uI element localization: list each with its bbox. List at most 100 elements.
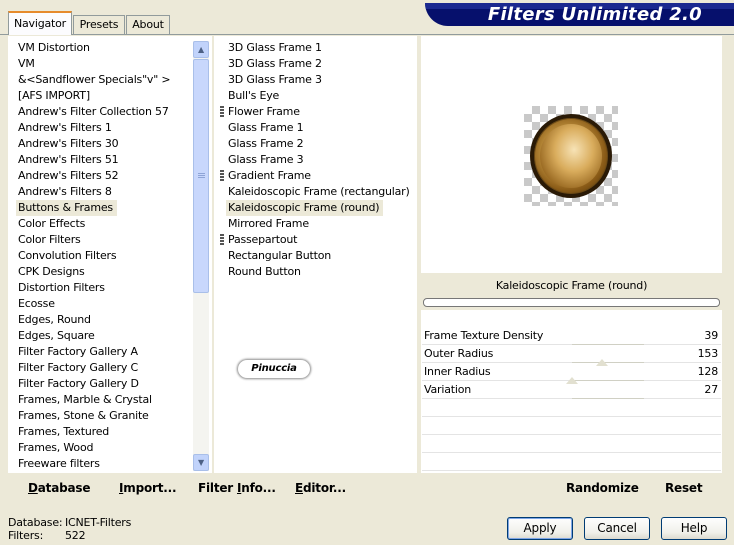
filter-item[interactable]: Flower Frame bbox=[220, 104, 414, 120]
filter-item[interactable]: 3D Glass Frame 2 bbox=[226, 56, 414, 72]
empty-param-row bbox=[422, 400, 721, 417]
category-item[interactable]: Color Effects bbox=[16, 216, 174, 232]
filter-item-label: Glass Frame 1 bbox=[228, 121, 304, 134]
param-slider-track[interactable] bbox=[572, 398, 644, 399]
category-item[interactable]: &<Sandflower Specials"v" > bbox=[16, 72, 174, 88]
category-scrollbar[interactable]: ▲ ▼ bbox=[193, 41, 209, 471]
watermark-logo: Pinuccia bbox=[238, 360, 310, 378]
category-item[interactable]: Frames, Stone & Granite bbox=[16, 408, 174, 424]
param-name: Inner Radius bbox=[424, 365, 491, 378]
param-row[interactable]: Inner Radius 128 bbox=[422, 364, 721, 384]
category-item[interactable]: Filter Factory Gallery C bbox=[16, 360, 174, 376]
param-value: 128 bbox=[697, 365, 719, 378]
filter-item[interactable]: Passepartout bbox=[220, 232, 414, 248]
param-value: 153 bbox=[697, 347, 719, 360]
category-item[interactable]: Frames, Textured bbox=[16, 424, 174, 440]
category-item[interactable]: [AFS IMPORT] bbox=[16, 88, 174, 104]
filter-item-label: Gradient Frame bbox=[228, 169, 311, 182]
filter-item-label: Glass Frame 2 bbox=[228, 137, 304, 150]
category-item[interactable]: Andrew's Filters 52 bbox=[16, 168, 174, 184]
category-item[interactable]: Edges, Square bbox=[16, 328, 174, 344]
category-item[interactable]: Convolution Filters bbox=[16, 248, 174, 264]
filter-item[interactable]: 3D Glass Frame 3 bbox=[226, 72, 414, 88]
filter-item[interactable]: Glass Frame 3 bbox=[226, 152, 414, 168]
category-item[interactable]: Color Filters bbox=[16, 232, 174, 248]
param-name: Variation bbox=[424, 383, 472, 396]
param-slider-track[interactable] bbox=[572, 362, 644, 363]
tab-presets[interactable]: Presets bbox=[73, 15, 125, 34]
category-item[interactable]: Edges, Round bbox=[16, 312, 174, 328]
scroll-up-button[interactable]: ▲ bbox=[193, 41, 209, 58]
category-item[interactable]: Filter Factory Gallery D bbox=[16, 376, 174, 392]
param-value: 39 bbox=[704, 329, 718, 342]
banner-title: Filters Unlimited 2.0 bbox=[487, 4, 702, 25]
tab-about[interactable]: About bbox=[126, 15, 170, 34]
category-item[interactable]: Freeware filters bbox=[16, 456, 174, 472]
param-name: Frame Texture Density bbox=[424, 329, 544, 342]
preview-portrait-image bbox=[540, 124, 602, 188]
database-status-value: ICNET-Filters bbox=[65, 516, 132, 529]
param-row[interactable]: Variation 27 bbox=[422, 382, 721, 399]
filter-item-label: Kaleidoscopic Frame (round) bbox=[228, 201, 380, 214]
filters-count-value: 522 bbox=[65, 529, 86, 542]
cancel-button[interactable]: Cancel bbox=[584, 517, 650, 540]
editor-button[interactable]: Editor... bbox=[295, 477, 346, 501]
param-slider-track[interactable] bbox=[572, 380, 644, 381]
database-status-label: Database: bbox=[8, 516, 63, 529]
filter-item-label: Glass Frame 3 bbox=[228, 153, 304, 166]
filter-item[interactable]: Round Button bbox=[226, 264, 414, 280]
category-item[interactable]: Frames, Wood bbox=[16, 440, 174, 456]
filter-item-label: Round Button bbox=[228, 265, 301, 278]
import-button[interactable]: Import... bbox=[119, 477, 177, 501]
filter-item[interactable]: Kaleidoscopic Frame (round) bbox=[226, 200, 384, 216]
param-row[interactable]: Outer Radius 153 bbox=[422, 346, 721, 366]
category-item[interactable]: Filter Factory Gallery A bbox=[16, 344, 174, 360]
category-item[interactable]: Ecosse bbox=[16, 296, 174, 312]
filter-item-label: Bull's Eye bbox=[228, 89, 280, 102]
randomize-button[interactable]: Randomize bbox=[566, 477, 639, 501]
tab-navigator[interactable]: Navigator bbox=[8, 11, 72, 35]
category-item[interactable]: Andrew's Filters 1 bbox=[16, 120, 174, 136]
brand-banner: Filters Unlimited 2.0 bbox=[425, 3, 734, 26]
filter-list: 3D Glass Frame 1 3D Glass Frame 2 3D Glass… bbox=[220, 40, 414, 280]
category-item[interactable]: VM Distortion bbox=[16, 40, 174, 56]
filter-item-label: 3D Glass Frame 1 bbox=[228, 41, 322, 54]
category-item[interactable]: Andrew's Filters 8 bbox=[16, 184, 174, 200]
category-item[interactable]: Andrew's Filter Collection 57 bbox=[16, 104, 174, 120]
category-item[interactable]: Andrew's Filters 51 bbox=[16, 152, 174, 168]
apply-button[interactable]: Apply bbox=[507, 517, 573, 540]
category-item[interactable]: CPK Designs bbox=[16, 264, 174, 280]
category-item[interactable]: VM bbox=[16, 56, 174, 72]
param-value: 27 bbox=[704, 383, 718, 396]
category-item[interactable]: Andrew's Filters 30 bbox=[16, 136, 174, 152]
filter-name-label: Kaleidoscopic Frame (round) bbox=[422, 276, 721, 296]
scrollbar-thumb[interactable] bbox=[193, 59, 209, 293]
filter-item[interactable]: Mirrored Frame bbox=[226, 216, 414, 232]
filter-info-button[interactable]: Filter Info... bbox=[198, 477, 276, 501]
filter-item[interactable]: Glass Frame 2 bbox=[226, 136, 414, 152]
filter-item-label: 3D Glass Frame 3 bbox=[228, 73, 322, 86]
has-presets-icon bbox=[220, 234, 224, 246]
filter-item[interactable]: Rectangular Button bbox=[226, 248, 414, 264]
category-item[interactable]: Buttons & Frames bbox=[16, 200, 117, 216]
filter-item-label: Passepartout bbox=[228, 233, 298, 246]
filter-item[interactable]: Bull's Eye bbox=[226, 88, 414, 104]
filter-item[interactable]: 3D Glass Frame 1 bbox=[226, 40, 414, 56]
filter-item[interactable]: Gradient Frame bbox=[220, 168, 414, 184]
filter-item[interactable]: Kaleidoscopic Frame (rectangular) bbox=[226, 184, 414, 200]
has-presets-icon bbox=[220, 106, 224, 118]
filter-item-label: Flower Frame bbox=[228, 105, 300, 118]
filter-item[interactable]: Glass Frame 1 bbox=[226, 120, 414, 136]
filters-count-label: Filters: bbox=[8, 529, 44, 542]
help-button[interactable]: Help bbox=[661, 517, 727, 540]
reset-button[interactable]: Reset bbox=[665, 477, 703, 501]
scroll-down-button[interactable]: ▼ bbox=[193, 454, 209, 471]
param-slider-track[interactable] bbox=[572, 344, 644, 345]
category-item[interactable]: Frames, Marble & Crystal bbox=[16, 392, 174, 408]
filter-item-label: Rectangular Button bbox=[228, 249, 332, 262]
filter-item-label: Kaleidoscopic Frame (rectangular) bbox=[228, 185, 410, 198]
param-row[interactable]: Frame Texture Density 39 bbox=[422, 328, 721, 345]
has-presets-icon bbox=[220, 170, 224, 182]
category-item[interactable]: Distortion Filters bbox=[16, 280, 174, 296]
database-button[interactable]: Database bbox=[28, 477, 90, 501]
